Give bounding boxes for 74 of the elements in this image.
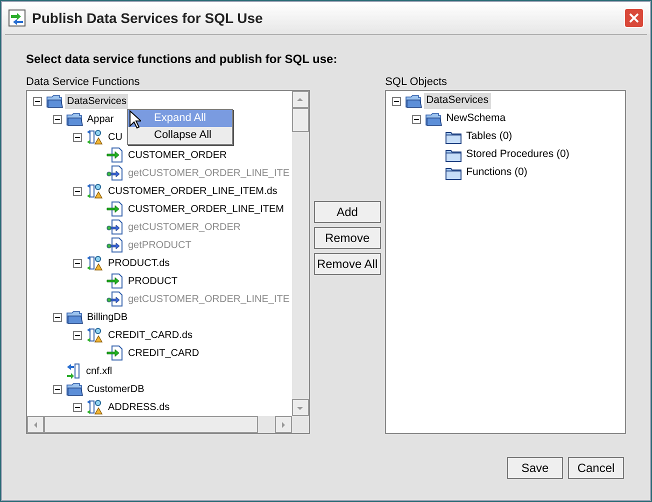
- tree-item[interactable]: CREDIT_CARD.ds: [106, 328, 194, 342]
- scrollbar-thumb[interactable]: [44, 416, 258, 433]
- document-arrow-icon: [106, 345, 124, 361]
- tree-item[interactable]: Functions (0): [464, 165, 530, 181]
- dialog-button[interactable]: Cancel: [568, 457, 624, 479]
- scrollbar-corner: [292, 416, 309, 433]
- collapse-icon[interactable]: [73, 402, 82, 412]
- close-icon: [629, 13, 639, 23]
- file-icon: [66, 363, 82, 379]
- tree-item[interactable]: Appar: [85, 112, 116, 126]
- tree-item[interactable]: CustomerDB: [85, 382, 146, 396]
- document-link-arrow-icon: [106, 291, 124, 307]
- data-service-icon: [86, 255, 104, 271]
- folder-icon: [66, 382, 83, 396]
- collapse-icon[interactable]: [73, 186, 82, 196]
- document-arrow-icon: [106, 273, 124, 289]
- tree-item[interactable]: DataServices: [424, 93, 491, 109]
- vertical-scrollbar[interactable]: [292, 91, 309, 416]
- action-button[interactable]: Remove: [314, 227, 381, 249]
- collapse-icon[interactable]: [73, 132, 82, 142]
- folder-icon: [445, 130, 462, 144]
- collapse-icon[interactable]: [73, 330, 82, 340]
- document-arrow-icon: [106, 201, 124, 217]
- collapse-icon[interactable]: [53, 384, 62, 394]
- scroll-down-button[interactable]: [292, 399, 309, 416]
- window-title: Publish Data Services for SQL Use: [32, 8, 264, 28]
- folder-icon: [405, 94, 422, 108]
- document-link-arrow-icon: [106, 219, 124, 235]
- data-service-icon: [86, 129, 104, 145]
- panel-label: SQL Objects: [385, 75, 448, 89]
- folder-icon: [425, 112, 442, 126]
- menu-item[interactable]: Collapse All: [128, 127, 232, 144]
- collapse-icon[interactable]: [33, 96, 42, 106]
- action-button[interactable]: Add: [314, 201, 381, 223]
- publish-icon: [8, 9, 26, 27]
- tree-item[interactable]: CUSTOMER_ORDER_LINE_ITEM: [126, 202, 286, 216]
- instruction-text: Select data service functions and publish for SQL use:: [26, 51, 338, 65]
- folder-icon: [66, 112, 83, 126]
- data-service-icon: [86, 183, 104, 199]
- tree-item[interactable]: cnf.xfl: [84, 364, 114, 378]
- tree-item[interactable]: CUSTOMER_ORDER: [126, 148, 229, 162]
- document-link-arrow-icon: [106, 237, 124, 253]
- close-button[interactable]: [624, 8, 644, 28]
- tree-item[interactable]: CU: [106, 130, 124, 144]
- tree-item[interactable]: PRODUCT: [126, 274, 180, 288]
- collapse-icon[interactable]: [73, 258, 82, 268]
- action-button[interactable]: Remove All: [314, 253, 381, 275]
- tree-item[interactable]: CUSTOMER_ORDER_LINE_ITEM.ds: [106, 184, 280, 198]
- data-service-icon: [86, 327, 104, 343]
- collapse-icon[interactable]: [392, 96, 402, 106]
- folder-icon: [445, 148, 462, 162]
- tree-item[interactable]: DataServices: [65, 94, 128, 108]
- cursor-icon: [129, 110, 141, 129]
- tree-item[interactable]: BillingDB: [85, 310, 130, 324]
- tree-item[interactable]: CREDIT_CARD: [126, 346, 202, 360]
- collapse-icon[interactable]: [53, 114, 62, 124]
- collapse-icon[interactable]: [53, 312, 62, 322]
- folder-icon: [445, 166, 462, 180]
- document-arrow-icon: [106, 147, 124, 163]
- horizontal-scrollbar[interactable]: [27, 416, 292, 433]
- panel-label: Data Service Functions: [26, 75, 141, 89]
- collapse-icon[interactable]: [412, 114, 422, 124]
- folder-icon: [46, 94, 63, 108]
- tree-item[interactable]: NewSchema: [444, 111, 508, 127]
- scroll-up-button[interactable]: [292, 91, 309, 108]
- folder-icon: [66, 310, 83, 324]
- data-service-icon: [86, 399, 104, 415]
- tree-item[interactable]: ADDRESS.ds: [106, 400, 172, 414]
- document-link-arrow-icon: [106, 165, 124, 181]
- tree-item[interactable]: Tables (0): [464, 129, 514, 145]
- tree-item[interactable]: Stored Procedures (0): [464, 147, 572, 163]
- tree-item[interactable]: PRODUCT.ds: [106, 256, 172, 270]
- dialog-button[interactable]: Save: [507, 457, 563, 479]
- scrollbar-thumb[interactable]: [292, 108, 309, 132]
